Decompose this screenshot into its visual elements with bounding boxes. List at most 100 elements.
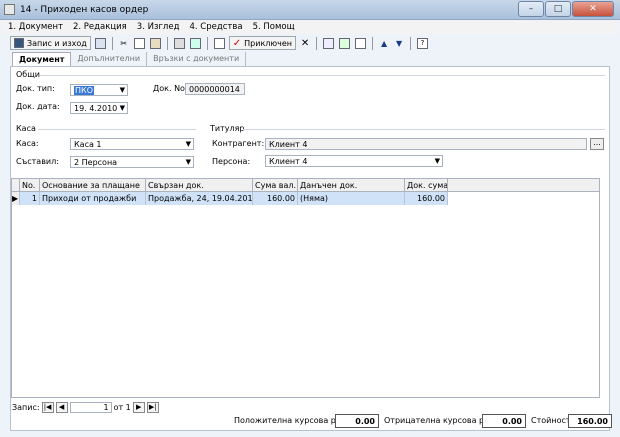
doc-type-select[interactable]: ПКО ▼ — [70, 84, 128, 96]
menu-bar: 1. Документ 2. Редакция 3. Изглед 4. Сре… — [2, 20, 618, 34]
doc-date-label: Док. дата: — [16, 102, 60, 111]
toolbar-separator — [316, 36, 318, 50]
chevron-down-icon: ▼ — [434, 157, 440, 165]
row-pointer-icon: ▶ — [12, 192, 20, 205]
record-count: от 1 — [113, 403, 131, 412]
chevron-down-icon: ▼ — [119, 104, 125, 112]
partner-browse-button[interactable]: ... — [590, 138, 604, 150]
toolbar-separator — [111, 36, 113, 50]
col-header-linked[interactable]: Свързан док. — [146, 179, 253, 192]
partner-field: Клиент 4 — [265, 138, 587, 150]
preview-button[interactable] — [189, 36, 202, 50]
next-record-button[interactable]: ▶ — [132, 402, 145, 413]
record-navigator: Запис: |◀ ◀ 1 от 1 ▶ ▶| — [12, 402, 159, 413]
toolbar: Запис и изход ✂ ✓ Приключен ✕ ▲ ▼ ? — [10, 35, 429, 51]
save-exit-button[interactable]: Запис и изход — [10, 36, 91, 50]
document-icon — [213, 37, 225, 49]
col-header-tax-doc[interactable]: Данъчен док. — [298, 179, 405, 192]
finish-button[interactable]: ✓ Приключен — [228, 36, 297, 50]
list-button[interactable] — [354, 36, 367, 50]
tab-doc-links[interactable]: Връзки с документи — [147, 52, 247, 66]
section-general: Общи — [16, 70, 40, 79]
col-header-amount-cur[interactable]: Сума вал... — [253, 179, 298, 192]
prev-record-button[interactable]: ◀ — [55, 402, 68, 413]
tab-additional[interactable]: Допълнителни — [71, 52, 148, 66]
help-button[interactable]: ? — [416, 36, 429, 50]
x-icon: ✕ — [300, 37, 310, 49]
total-value: 160.00 — [568, 414, 612, 428]
doc-date-picker[interactable]: 19. 4.2010 ▼ — [70, 102, 128, 114]
paste-button[interactable] — [149, 36, 162, 50]
cell-amount-cur: 160.00 — [253, 192, 298, 205]
pos-diff-value: 0.00 — [335, 414, 379, 428]
first-icon: |◀ — [43, 403, 52, 411]
menu-document[interactable]: 1. Документ — [8, 22, 63, 32]
partner-label: Контрагент: — [212, 139, 265, 148]
cut-icon: ✂ — [120, 38, 128, 48]
toolbar-separator — [372, 36, 374, 50]
new-doc-button[interactable] — [213, 36, 226, 50]
person-label: Персона: — [212, 157, 251, 166]
maximize-button[interactable]: □ — [545, 1, 571, 17]
preview-icon — [189, 37, 201, 49]
current-record-field[interactable]: 1 — [69, 402, 112, 413]
doc-no-field: 0000000014 — [185, 83, 245, 95]
table-row[interactable]: ▶ 1 Приходи от продажби Продажба, 24, 19… — [12, 192, 457, 205]
table-header: No. Основание за плащане Свързан док. Су… — [12, 179, 599, 192]
last-icon: ▶| — [148, 403, 157, 411]
divider — [243, 129, 605, 130]
copy-icon — [133, 37, 145, 49]
cash-select[interactable]: Каса 1 ▼ — [70, 138, 194, 150]
app-icon — [4, 4, 15, 15]
close-button[interactable]: ✕ — [572, 1, 614, 17]
move-up-button[interactable]: ▲ — [378, 36, 390, 50]
col-header-doc-amount[interactable]: Док. сума... — [405, 179, 448, 192]
col-header-no[interactable]: No. — [20, 179, 40, 192]
title-bar: 14 - Приходен касов ордер – □ ✕ — [0, 0, 620, 20]
total-value-label: Стойност: — [531, 416, 574, 425]
arrow-down-icon: ▼ — [395, 38, 403, 48]
section-cash: Каса — [16, 124, 36, 133]
table-button[interactable] — [322, 36, 335, 50]
section-holder: Титуляр — [210, 124, 245, 133]
print-button[interactable] — [173, 36, 186, 50]
save-icon — [94, 37, 106, 49]
refresh-button[interactable] — [338, 36, 351, 50]
cell-reason: Приходи от продажби — [40, 192, 146, 205]
copy-button[interactable] — [133, 36, 146, 50]
cancel-button[interactable]: ✕ — [299, 36, 311, 50]
cell-doc-amount: 160.00 — [405, 192, 448, 205]
tab-document[interactable]: Документ — [12, 52, 72, 66]
payments-table[interactable]: No. Основание за плащане Свързан док. Су… — [11, 178, 600, 398]
printer-icon — [173, 37, 185, 49]
list-icon — [355, 37, 367, 49]
person-select[interactable]: Клиент 4 ▼ — [265, 155, 443, 167]
menu-view[interactable]: 3. Изглед — [137, 22, 180, 32]
save-button[interactable] — [94, 36, 107, 50]
row-indicator-header — [12, 179, 20, 192]
refresh-icon — [339, 37, 351, 49]
toolbar-separator — [206, 36, 208, 50]
neg-diff-value: 0.00 — [482, 414, 526, 428]
cell-linked: Продажба, 24, 19.04.2010, К... — [146, 192, 253, 205]
cut-button[interactable]: ✂ — [118, 36, 130, 50]
pos-diff-label: Положителна курсова р-ка: — [234, 416, 352, 425]
divider — [40, 75, 605, 76]
first-record-button[interactable]: |◀ — [41, 402, 54, 413]
last-record-button[interactable]: ▶| — [146, 402, 159, 413]
help-icon: ? — [417, 37, 429, 49]
menu-tools[interactable]: 4. Средства — [189, 22, 242, 32]
floppy-icon — [14, 38, 24, 48]
menu-edit[interactable]: 2. Редакция — [73, 22, 127, 32]
table-icon — [323, 37, 335, 49]
author-select[interactable]: 2 Персона ▼ — [70, 156, 194, 168]
chevron-down-icon: ▼ — [185, 140, 191, 148]
menu-help[interactable]: 5. Помощ — [253, 22, 295, 32]
move-down-button[interactable]: ▼ — [393, 36, 405, 50]
col-header-reason[interactable]: Основание за плащане — [40, 179, 146, 192]
next-icon: ▶ — [136, 403, 142, 411]
minimize-button[interactable]: – — [518, 1, 544, 17]
tab-strip: Документ Допълнителни Връзки с документи — [12, 52, 247, 66]
toolbar-separator — [166, 36, 168, 50]
divider — [38, 129, 196, 130]
